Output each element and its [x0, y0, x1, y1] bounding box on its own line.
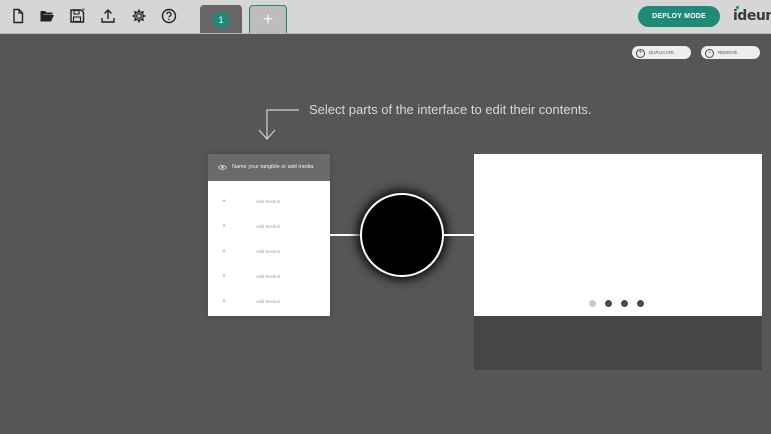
minus-circle-icon: −	[705, 48, 714, 58]
plus-icon: +	[222, 198, 227, 205]
pagination-dot[interactable]	[605, 300, 612, 307]
pagination-dot[interactable]	[589, 300, 596, 307]
top-toolbar: 1 + DEPLOY MODE ideum	[0, 0, 771, 34]
hint-arrow-icon	[258, 109, 299, 140]
tangible-content-card: Name your tangible or add media + Add Se…	[208, 154, 330, 316]
instruction-hint: Select parts of the interface to edit th…	[309, 102, 592, 117]
plus-icon: +	[222, 273, 227, 280]
settings-icon[interactable]	[130, 7, 148, 25]
media-panel[interactable]	[474, 154, 762, 316]
save-icon[interactable]	[68, 7, 86, 25]
plus-icon: +	[222, 298, 227, 305]
add-section-row[interactable]: + Add Section	[208, 264, 330, 289]
add-section-row[interactable]: + Add Section	[208, 214, 330, 239]
tangible-name-label: Name your tangible or add media	[232, 164, 314, 170]
add-section-label: Add Section	[256, 224, 281, 229]
tab-1[interactable]: 1	[200, 5, 242, 33]
remove-tangible-label: REMOVE TANGIBLE	[718, 50, 740, 68]
ideum-logo: ideum	[733, 8, 771, 24]
pagination-dot[interactable]	[637, 300, 644, 307]
new-file-icon[interactable]	[9, 7, 27, 25]
tab-number-badge: 1	[213, 12, 229, 28]
edit-media-icon	[218, 165, 227, 170]
duplicate-button[interactable]: + DUPLICATE	[632, 46, 691, 59]
plus-icon: +	[222, 248, 227, 255]
add-section-row[interactable]: + Add Section	[208, 239, 330, 264]
tangible-circle[interactable]	[360, 193, 444, 277]
add-section-label: Add Section	[256, 199, 281, 204]
add-section-row[interactable]: + Add Section	[208, 189, 330, 214]
add-section-row[interactable]: + Add Section	[208, 289, 330, 314]
plus-circle-icon: +	[636, 48, 645, 58]
open-folder-icon[interactable]	[38, 7, 56, 25]
add-section-label: Add Section	[256, 249, 281, 254]
add-section-label: Add Section	[256, 274, 281, 279]
media-panel-footer	[474, 316, 762, 370]
connector-line-right	[444, 234, 474, 236]
add-tab-button[interactable]: +	[249, 5, 287, 33]
deploy-mode-button[interactable]: DEPLOY MODE	[638, 6, 720, 27]
upload-icon[interactable]	[99, 7, 117, 25]
duplicate-label: DUPLICATE	[649, 50, 674, 55]
tangible-name-header[interactable]: Name your tangible or add media	[208, 154, 330, 181]
plus-icon: +	[222, 223, 227, 230]
pagination-dot[interactable]	[621, 300, 628, 307]
connector-line-left	[330, 234, 360, 236]
help-icon[interactable]	[160, 7, 178, 25]
remove-tangible-button[interactable]: − REMOVE TANGIBLE	[701, 46, 760, 68]
add-section-label: Add Section	[256, 299, 281, 304]
